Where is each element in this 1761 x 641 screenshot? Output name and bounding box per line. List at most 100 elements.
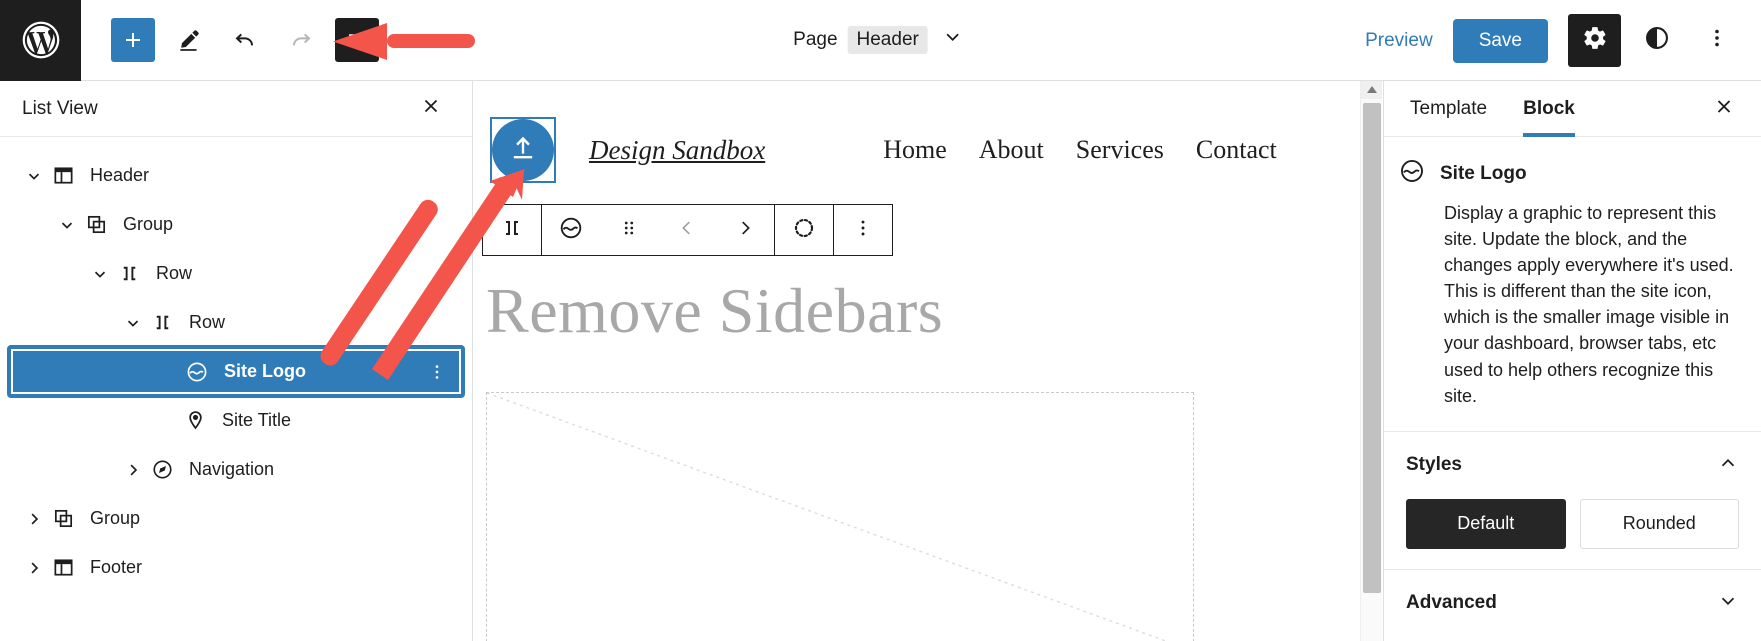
site-logo-placeholder [492, 119, 554, 181]
tab-block[interactable]: Block [1505, 81, 1593, 137]
edit-tool-button[interactable] [167, 18, 211, 62]
redo-button[interactable] [279, 18, 323, 62]
site-header-preview: Design Sandbox Home About Services Contact [474, 81, 1360, 183]
settings-close-button[interactable] [1707, 89, 1741, 128]
list-view-button[interactable] [335, 18, 379, 62]
replace-media-button[interactable] [775, 205, 833, 255]
chevron-down-icon[interactable] [53, 216, 81, 234]
template-part-icon [48, 164, 78, 187]
top-bar-actions: Preview Save [1351, 0, 1761, 81]
list-view-item-label: Navigation [189, 459, 275, 479]
chevron-right-icon[interactable] [119, 461, 147, 479]
settings-toggle-button[interactable] [1568, 14, 1621, 67]
document-title-bar[interactable]: Page Header [793, 22, 968, 58]
canvas-scrollbar[interactable] [1360, 81, 1382, 641]
tab-template[interactable]: Template [1392, 81, 1505, 137]
undo-button[interactable] [223, 18, 267, 62]
more-options-button[interactable] [1693, 17, 1741, 65]
list-view-item-label: Group [123, 214, 174, 234]
move-right-button[interactable] [716, 205, 774, 255]
chevron-down-icon[interactable] [1717, 590, 1739, 617]
move-left-button[interactable] [658, 205, 716, 255]
list-view-close-button[interactable] [414, 89, 448, 128]
list-view-item-label: Header [90, 165, 150, 185]
advanced-section: Advanced [1384, 570, 1761, 637]
list-view-header: List View [0, 81, 472, 137]
site-title-preview[interactable]: Design Sandbox [589, 135, 765, 166]
add-block-button[interactable] [111, 18, 155, 62]
styles-section: Styles Default Rounded [1384, 432, 1761, 570]
site-nav-item-services[interactable]: Services [1076, 135, 1164, 165]
editor-canvas: Design Sandbox Home About Services Contact [474, 81, 1382, 641]
map-pin-icon [180, 409, 210, 432]
list-view-item-row[interactable]: Row [0, 249, 472, 298]
contrast-half-circle-icon [1643, 24, 1671, 57]
list-view-item-header[interactable]: Header [0, 151, 472, 200]
group-icon [81, 213, 111, 236]
style-option-default[interactable]: Default [1406, 498, 1566, 549]
block-toolbar-options-group [833, 204, 893, 256]
save-button[interactable]: Save [1452, 18, 1548, 63]
list-view-title: List View [22, 97, 98, 119]
styles-toggle-button[interactable] [1633, 17, 1681, 65]
row-icon [147, 311, 177, 334]
chevron-right-icon[interactable] [20, 510, 48, 528]
list-view-tree: Header Group Row Row Site Logo Site Title Navi… [0, 137, 472, 592]
chevron-up-icon[interactable] [1717, 452, 1739, 479]
close-x-icon [1713, 95, 1735, 122]
gear-icon [1582, 25, 1608, 56]
site-nav-item-about[interactable]: About [979, 135, 1044, 165]
list-view-item-site-title[interactable]: Site Title [0, 396, 472, 445]
preview-button[interactable]: Preview [1351, 22, 1447, 60]
list-view-panel: List View Header Group Row Row Site Logo Site… [0, 81, 473, 641]
canvas-content: Design Sandbox Home About Services Contact [474, 81, 1360, 641]
chevron-right-icon [734, 217, 756, 244]
scrollbar-thumb[interactable] [1363, 103, 1381, 593]
list-view-item-options-button[interactable] [427, 362, 447, 382]
drag-handle-button[interactable] [600, 205, 658, 255]
site-navigation-preview: Home About Services Contact [883, 135, 1277, 165]
drag-dots-icon [618, 217, 640, 244]
parent-row-button[interactable] [483, 205, 541, 255]
list-view-item-site-logo[interactable]: Site Logo [9, 347, 463, 396]
list-view-item-label: Group [90, 508, 141, 528]
kebab-vertical-icon [852, 217, 874, 244]
plus-icon [121, 28, 145, 52]
list-view-item-label: Row [156, 263, 193, 283]
group-icon [48, 507, 78, 530]
undo-arrow-icon [232, 27, 258, 53]
block-type-button[interactable] [542, 205, 600, 255]
list-view-item-footer[interactable]: Footer [0, 543, 472, 592]
chevron-right-icon[interactable] [20, 559, 48, 577]
document-dropdown-button[interactable] [938, 22, 968, 58]
scrollbar-up-arrow[interactable] [1361, 81, 1382, 99]
advanced-section-header[interactable]: Advanced [1406, 590, 1739, 617]
list-view-item-navigation[interactable]: Navigation [0, 445, 472, 494]
image-placeholder-block[interactable] [486, 392, 1194, 641]
site-logo-icon [1398, 157, 1426, 190]
block-info-section: Site Logo Display a graphic to represent… [1384, 137, 1761, 432]
wordpress-logo-button[interactable] [0, 0, 81, 81]
block-options-button[interactable] [834, 205, 892, 255]
document-type-label: Page [793, 29, 838, 50]
dashed-circle-icon [792, 216, 816, 245]
wordpress-site-editor: Page Header Preview Save List View Heade… [0, 0, 1761, 641]
list-view-item-label: Site Logo [224, 361, 306, 381]
pencil-icon [176, 27, 202, 53]
style-option-rounded[interactable]: Rounded [1579, 498, 1739, 549]
list-view-icon [345, 28, 370, 53]
navigation-compass-icon [147, 458, 177, 481]
block-toolbar-parent-group [482, 204, 542, 256]
site-logo-block[interactable] [490, 117, 556, 183]
chevron-down-icon[interactable] [86, 265, 114, 283]
list-view-item-group[interactable]: Group [0, 200, 472, 249]
list-view-item-group[interactable]: Group [0, 494, 472, 543]
page-title-heading[interactable]: Remove Sidebars [486, 274, 1360, 348]
site-nav-item-contact[interactable]: Contact [1196, 135, 1277, 165]
chevron-down-icon[interactable] [119, 314, 147, 332]
styles-section-header[interactable]: Styles [1406, 452, 1739, 479]
list-view-item-row[interactable]: Row [0, 298, 472, 347]
site-nav-item-home[interactable]: Home [883, 135, 947, 165]
template-part-icon [48, 556, 78, 579]
chevron-down-icon[interactable] [20, 167, 48, 185]
